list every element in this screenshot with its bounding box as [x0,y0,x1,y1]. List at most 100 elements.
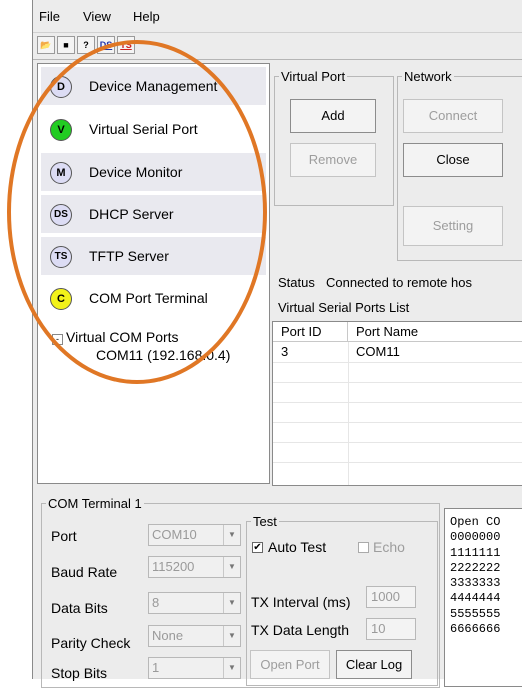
sidebar-item-label: COM Port Terminal [89,290,208,306]
open-port-button[interactable]: Open Port [250,650,330,679]
sidebar-item-label: Virtual Serial Port [89,121,198,137]
row-divider [273,442,522,443]
row-divider [273,402,522,403]
baud-rate-select[interactable]: 115200 ▼ [148,556,241,578]
data-bits-select[interactable]: 8 ▼ [148,592,241,614]
row-divider [273,362,522,363]
sidebar: D Device Management V Virtual Serial Por… [37,63,270,484]
sidebar-item-device-monitor[interactable]: M Device Monitor [41,153,266,192]
tx-data-length-input[interactable]: 10 [366,618,416,640]
test-legend: Test [253,514,277,529]
chevron-down-icon: ▼ [223,626,240,646]
menu-view[interactable]: View [83,9,111,24]
virtual-serial-ports-list-title: Virtual Serial Ports List [278,300,410,315]
virtual-serial-port-panel: Virtual Port Add Remove Network Connect … [270,63,522,486]
tree-root[interactable]: - Virtual COM Ports [52,329,230,345]
toolbar: 📂 ■ ? DS TS [33,33,522,60]
sidebar-item-label: DHCP Server [89,206,174,222]
virtual-serial-ports-table: Port ID Port Name 3 COM11 [272,321,522,486]
stop-bits-select-value: 1 [152,660,160,675]
status-value: Connected to remote hos [326,275,472,290]
parity-check-label: Parity Check [51,635,131,651]
network-legend: Network [404,69,452,84]
echo-label[interactable]: Echo [373,539,405,555]
sidebar-item-label: Device Monitor [89,164,183,180]
chevron-down-icon: ▼ [223,557,240,577]
tftp-server-icon: TS [50,246,72,268]
tree-root-label: Virtual COM Ports [66,329,179,345]
row-divider [273,422,522,423]
table-cell-port-id[interactable]: 3 [273,342,348,362]
log-line: 5555555 [450,606,501,621]
virtual-port-group: Virtual Port [274,69,394,206]
port-label: Port [51,528,77,544]
auto-test-checkbox[interactable]: ✔ [252,542,263,553]
tx-data-length-label: TX Data Length [251,622,350,638]
sidebar-item-virtual-serial-port[interactable]: V Virtual Serial Port [41,110,266,149]
setting-button[interactable]: Setting [403,206,503,246]
column-header-port-id[interactable]: Port ID [273,322,348,342]
sidebar-item-dhcp-server[interactable]: DS DHCP Server [41,195,266,234]
tree-collapse-icon[interactable]: - [52,334,63,345]
device-monitor-icon: M [50,162,72,184]
status-row: Status Connected to remote hos [278,275,472,290]
tx-interval-label: TX Interval (ms) [251,594,351,610]
stop-bits-select[interactable]: 1 ▼ [148,657,241,679]
log-line: 1111111 [450,545,501,560]
connect-button[interactable]: Connect [403,99,503,133]
chevron-down-icon: ▼ [223,658,240,678]
table-cell-port-name[interactable]: COM11 [348,342,522,362]
tree-item-com11[interactable]: COM11 (192.168.0.4) [52,347,230,363]
data-bits-select-value: 8 [152,595,160,610]
sidebar-item-label: Device Management [89,78,218,94]
dhcp-server-toolbar-button[interactable]: DS [97,36,115,54]
parity-check-select[interactable]: None ▼ [148,625,241,647]
application-window: File View Help 📂 ■ ? DS TS D Device Mana… [32,0,522,688]
column-header-port-name[interactable]: Port Name [348,322,522,342]
com-port-terminal-icon: C [50,288,72,310]
log-line: 6666666 [450,622,501,637]
log-line: Open CO [450,515,501,529]
device-management-icon: D [50,76,72,98]
row-divider [273,462,522,463]
open-folder-icon[interactable]: 📂 [37,36,55,54]
sidebar-item-tftp-server[interactable]: TS TFTP Server [41,237,266,276]
sidebar-item-device-management[interactable]: D Device Management [41,67,266,106]
virtual-port-legend: Virtual Port [281,69,346,84]
baud-rate-label: Baud Rate [51,564,118,580]
virtual-serial-port-icon: V [50,119,72,141]
com-terminal-legend: COM Terminal 1 [48,496,142,511]
menu-bar: File View Help [33,0,522,33]
terminal-log[interactable]: Open CO 0000000 1111111 2222222 3333333 44444… [444,508,522,687]
menu-file[interactable]: File [39,9,60,24]
remove-button[interactable]: Remove [290,143,376,177]
tftp-server-toolbar-button[interactable]: TS [117,36,135,54]
port-select-value: COM10 [152,527,197,542]
parity-check-select-value: None [152,628,184,643]
auto-test-label[interactable]: Auto Test [268,539,326,555]
add-button[interactable]: Add [290,99,376,133]
data-bits-label: Data Bits [51,600,108,616]
clear-log-button[interactable]: Clear Log [336,650,412,679]
row-divider [273,382,522,383]
virtual-com-ports-tree: - Virtual COM Ports COM11 (192.168.0.4) [52,329,230,363]
close-button[interactable]: Close [403,143,503,177]
chevron-down-icon: ▼ [223,525,240,545]
tx-interval-input[interactable]: 1000 [366,586,416,608]
help-icon[interactable]: ? [77,36,95,54]
log-line: 3333333 [450,576,501,591]
sidebar-item-com-port-terminal[interactable]: C COM Port Terminal [41,279,266,320]
echo-checkbox[interactable] [358,542,369,553]
chevron-down-icon: ▼ [223,593,240,613]
column-divider [348,342,349,485]
status-label: Status [278,275,315,290]
log-line: 2222222 [450,560,501,575]
sidebar-item-label: TFTP Server [89,248,169,264]
log-line: 0000000 [450,530,501,545]
baud-rate-select-value: 115200 [152,559,195,574]
log-line: 4444444 [450,591,501,606]
port-select[interactable]: COM10 ▼ [148,524,241,546]
dhcp-server-icon: DS [50,204,72,226]
menu-help[interactable]: Help [133,9,160,24]
save-icon[interactable]: ■ [57,36,75,54]
